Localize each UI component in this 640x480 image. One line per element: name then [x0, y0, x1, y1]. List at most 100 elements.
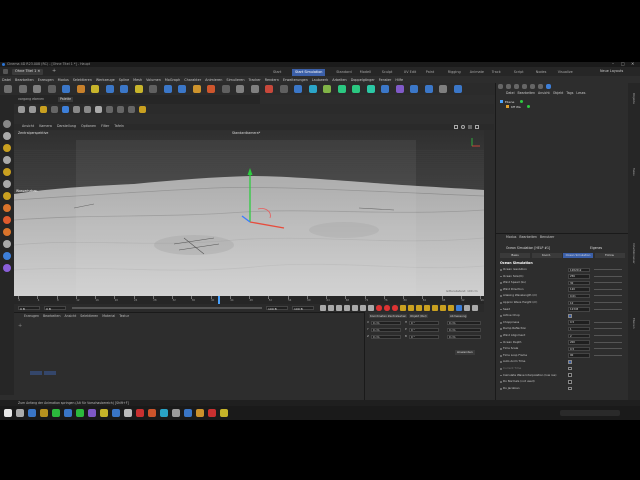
attribute-slider[interactable] [594, 328, 622, 330]
environment-icon[interactable] [294, 85, 302, 93]
taskbar-app-icon[interactable] [184, 409, 192, 417]
move-icon[interactable] [381, 85, 389, 93]
timeline-playhead[interactable] [218, 296, 220, 304]
attribute-field-input[interactable]: 256 [568, 274, 590, 279]
move-icon[interactable] [47, 85, 56, 93]
deformer-icon[interactable] [265, 85, 273, 93]
select-icon[interactable] [366, 85, 375, 93]
attribute-slider[interactable] [594, 321, 622, 323]
end-frame-field-2[interactable]: 100 B [292, 305, 314, 310]
undo-icon[interactable] [337, 85, 346, 93]
tool-icon[interactable] [3, 192, 11, 200]
playback-button-icon[interactable] [416, 305, 422, 311]
attribute-field-input[interactable]: 90 [568, 353, 590, 358]
material-slot[interactable] [30, 371, 42, 375]
viewport-menu-item[interactable]: Kamera [39, 124, 52, 128]
visibility-dots-icon[interactable] [520, 100, 524, 103]
object-manager-icon[interactable] [514, 84, 519, 89]
object-menu-item[interactable]: Bearbeiten [518, 91, 536, 95]
coord-rotation-field[interactable]: 0 ° [409, 327, 439, 332]
object-manager-icon[interactable] [546, 84, 551, 89]
cube-icon[interactable] [207, 85, 215, 93]
tool-icon[interactable] [3, 228, 11, 236]
coord-size-field[interactable]: 0 cm [447, 327, 481, 332]
add-material-icon[interactable]: + [18, 323, 22, 329]
menu-item[interactable]: Volumen [146, 78, 161, 82]
tool-icon[interactable] [3, 216, 11, 224]
object-manager-icon[interactable] [530, 84, 535, 89]
rotate-icon[interactable] [76, 85, 85, 93]
home-icon[interactable] [3, 69, 8, 74]
material-menu-item[interactable]: Ansicht [65, 314, 77, 318]
viewport-menu-item[interactable]: Ansicht [22, 124, 34, 128]
sidebar-tab[interactable]: Ebenen [632, 318, 636, 329]
taskbar-app-icon[interactable] [40, 409, 48, 417]
tab-palette[interactable]: Palette [58, 97, 74, 103]
viewport-menu-item[interactable]: Darstellung [57, 124, 76, 128]
playback-button-icon[interactable] [400, 305, 406, 311]
layout-tab[interactable]: Standard [333, 69, 354, 76]
light-icon[interactable] [323, 85, 331, 93]
live-select-icon[interactable] [424, 85, 433, 93]
coord-rotation-field[interactable]: 0 ° [409, 334, 439, 339]
material-menu-item[interactable]: Bearbeiten [43, 314, 61, 318]
mode-icon[interactable] [117, 105, 124, 113]
material-slot-2[interactable] [44, 371, 56, 375]
menu-item[interactable]: Erweiterungen [283, 78, 308, 82]
object-menu-item[interactable]: Objekt [553, 91, 563, 95]
mode-icon[interactable] [73, 105, 80, 113]
object-menu-item[interactable]: Ansicht [538, 91, 550, 95]
coord-size-field[interactable]: 0 cm [447, 334, 481, 339]
attribute-field-input[interactable]: 200 [568, 340, 590, 345]
apply-button[interactable]: Anwenden [455, 350, 475, 355]
menu-item[interactable]: Modus [58, 78, 69, 82]
zoom-view-icon[interactable] [468, 125, 472, 129]
object-manager-icon[interactable] [522, 84, 527, 89]
object-row[interactable]: Kff Wa [506, 104, 530, 109]
cloner-icon[interactable] [250, 85, 259, 93]
menu-item[interactable]: Simulieren [226, 78, 244, 82]
menu-item[interactable]: Mesh [133, 78, 142, 82]
playback-button-icon[interactable] [456, 305, 462, 311]
playback-button-icon[interactable] [440, 305, 446, 311]
field-icon[interactable] [279, 85, 288, 93]
layout-tab[interactable]: Start Simulation [292, 69, 326, 76]
attribute-menu-item[interactable]: Benutzer [540, 235, 554, 239]
attribute-tab[interactable]: Koord. [531, 253, 562, 258]
menu-item[interactable]: Charakter [184, 78, 201, 82]
move-view-icon[interactable] [454, 125, 458, 129]
layout-tab[interactable]: Animate [467, 69, 487, 76]
mode-icon[interactable] [51, 105, 58, 113]
coord-system-icon[interactable] [149, 85, 157, 93]
add-tab-icon[interactable]: + [52, 68, 56, 74]
object-menu-item[interactable]: Lesez. [576, 91, 586, 95]
attribute-checkbox[interactable] [568, 360, 572, 364]
attribute-slider[interactable] [594, 348, 622, 350]
taskbar-app-icon[interactable] [112, 409, 120, 417]
attribute-tab[interactable]: Ocean Simulation [563, 253, 593, 258]
taskbar-app-icon[interactable] [136, 409, 144, 417]
layout-tab[interactable]: Modell [357, 69, 374, 76]
playback-button-icon[interactable] [368, 305, 374, 311]
layout-selector[interactable]: Neue Layouts [600, 69, 623, 73]
mode-icon[interactable] [40, 105, 47, 113]
attribute-field-input[interactable]: 30 [568, 280, 590, 286]
mode-icon[interactable] [128, 105, 135, 113]
attribute-field-input[interactable]: 0.01 [568, 293, 590, 299]
maximize-button[interactable]: □ [621, 62, 625, 66]
attribute-mode-dropdown[interactable]: Eigenes [590, 246, 602, 250]
attribute-slider[interactable] [594, 341, 622, 343]
tool-icon[interactable] [3, 144, 11, 152]
coord-position-field[interactable]: 0 cm [371, 320, 401, 325]
attribute-checkbox[interactable] [568, 386, 572, 391]
z-axis-icon[interactable] [134, 85, 143, 93]
attribute-checkbox[interactable] [568, 366, 572, 371]
attribute-slider[interactable] [594, 282, 622, 284]
playback-button-icon[interactable] [392, 305, 398, 311]
rotate-view-icon[interactable] [461, 125, 465, 129]
mode-icon[interactable] [84, 105, 91, 113]
tool-icon[interactable] [3, 264, 11, 272]
taskbar-app-icon[interactable] [160, 409, 168, 417]
sidebar-tab[interactable]: Takes [632, 168, 636, 176]
attribute-menu-item[interactable]: Modus [506, 235, 516, 239]
